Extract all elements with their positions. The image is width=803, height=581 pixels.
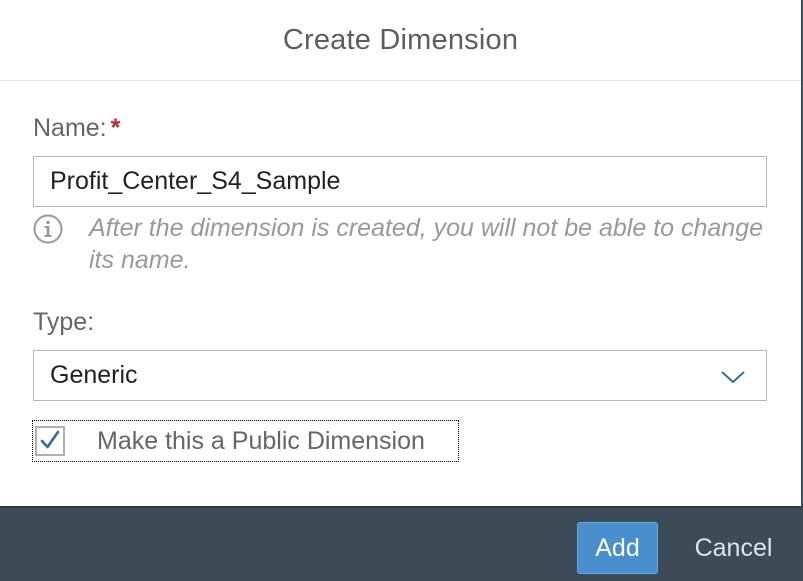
dialog-footer: Add Cancel: [0, 506, 801, 581]
name-input[interactable]: Profit_Center_S4_Sample: [33, 156, 767, 207]
required-marker: *: [110, 114, 121, 142]
chevron-down-icon[interactable]: [720, 365, 746, 387]
name-label: Name: *: [33, 114, 120, 143]
type-label: Type:: [33, 308, 95, 336]
checkmark-icon: [40, 430, 60, 449]
name-label-text: Name:: [33, 114, 107, 142]
dialog-header: Create Dimension: [0, 0, 801, 81]
info-icon: [33, 214, 63, 244]
add-button[interactable]: Add: [577, 522, 658, 574]
create-dimension-dialog: Create Dimension Name: * Profit_Center_S4…: [0, 0, 803, 581]
cancel-button[interactable]: Cancel: [676, 522, 791, 574]
type-select-value: Generic: [50, 361, 138, 389]
name-info-text: After the dimension is created, you will…: [89, 214, 764, 274]
public-dimension-label: Make this a Public Dimension: [97, 426, 425, 455]
type-select[interactable]: Generic: [33, 350, 767, 401]
public-dimension-checkbox-row[interactable]: Make this a Public Dimension: [32, 420, 459, 462]
dialog-title: Create Dimension: [282, 23, 519, 56]
name-input-value: Profit_Center_S4_Sample: [50, 167, 341, 195]
public-dimension-checkbox[interactable]: [35, 426, 65, 456]
